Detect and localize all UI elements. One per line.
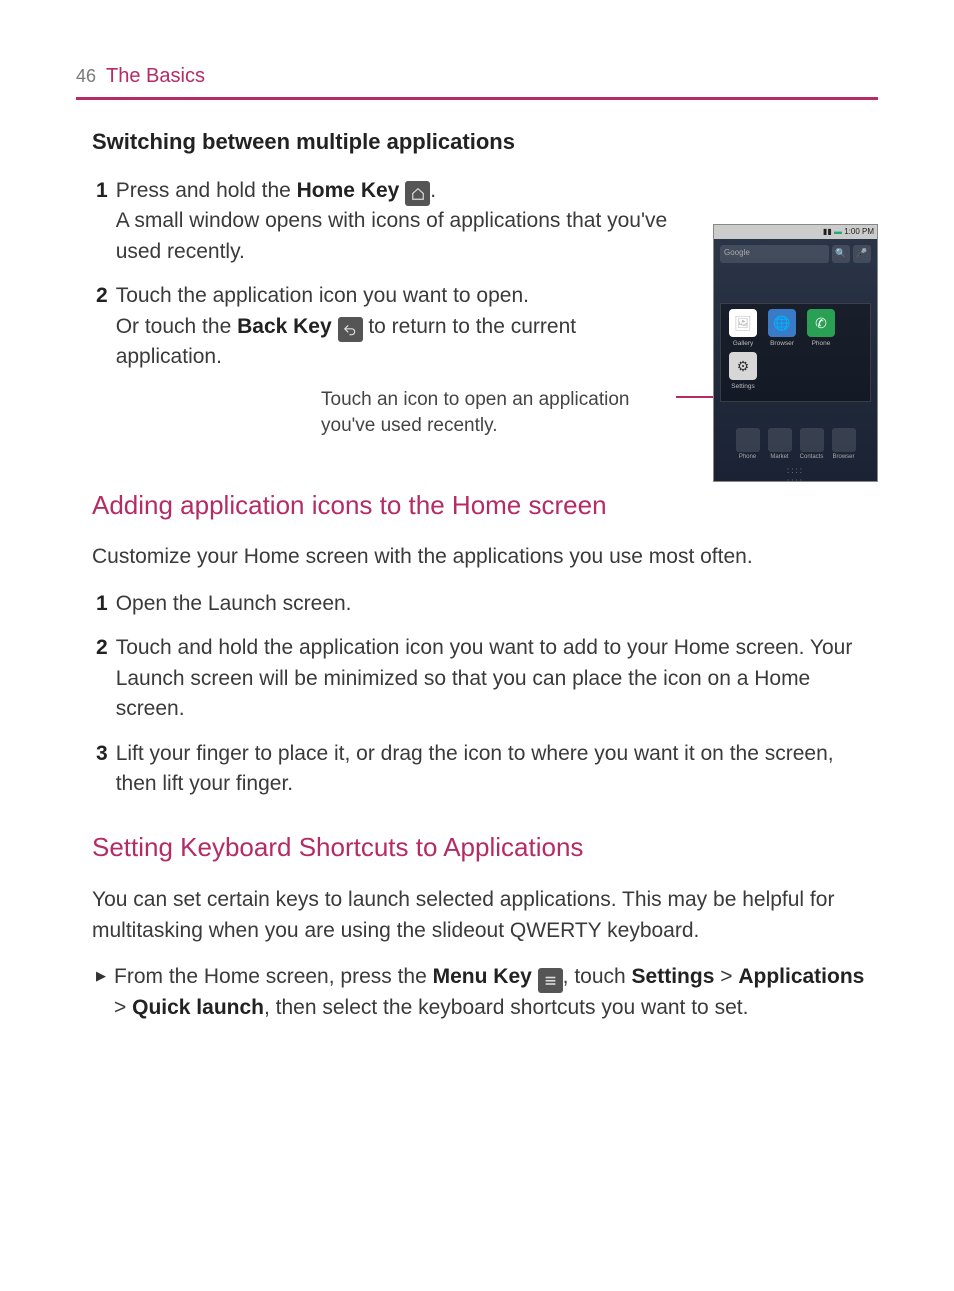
dock-app-contacts: Contacts [798, 428, 826, 462]
callout-text: Touch an icon to open an application you… [321, 387, 666, 440]
launcher-dots-icon: :::::::: [787, 465, 804, 482]
bullet-body: From the Home screen, press the Menu Key… [114, 962, 878, 1023]
adding-step-2: 2 Touch and hold the application icon yo… [96, 633, 878, 724]
adding-step-3: 3 Lift your finger to place it, or drag … [96, 739, 878, 800]
subheading-switching: Switching between multiple applications [92, 126, 878, 158]
step-body: Open the Launch screen. [116, 589, 878, 619]
text: , then select the keyboard shortcuts you… [264, 996, 748, 1019]
dock-label: Phone [739, 454, 756, 460]
step-number: 3 [96, 739, 108, 800]
step-number: 2 [96, 281, 108, 372]
app-label: Browser [770, 340, 794, 347]
dock-label: Browser [832, 454, 854, 460]
phone-status-bar: ▮▮ ▬ 1:00 PM [714, 225, 877, 239]
shortcuts-intro: You can set certain keys to launch selec… [92, 885, 878, 946]
app-label: Settings [731, 383, 755, 390]
menu-key-icon [538, 968, 563, 993]
menu-key-label: Menu Key [433, 965, 532, 988]
step-body: Lift your finger to place it, or drag th… [116, 739, 878, 800]
phone-search-bar: Google 🔍 🎤 [720, 245, 871, 263]
recent-apps-panel: 🖼 Gallery 🌐 Browser ✆ Phone ⚙ Settings [720, 303, 871, 402]
home-key-icon [405, 181, 430, 206]
app-label: Phone [812, 340, 831, 347]
text: . [430, 179, 436, 202]
step-body: Touch and hold the application icon you … [116, 633, 878, 724]
dock-label: Contacts [800, 454, 824, 460]
adding-step-1: 1 Open the Launch screen. [96, 589, 878, 619]
step-number: 1 [96, 176, 108, 267]
back-key-label: Back Key [237, 315, 332, 338]
recent-app-browser: 🌐 Browser [765, 309, 799, 348]
text: Press and hold the [116, 179, 297, 202]
home-key-label: Home Key [297, 179, 400, 202]
applications-label: Applications [738, 965, 864, 988]
search-icon: 🔍 [832, 245, 850, 263]
triangle-bullet-icon: ▶ [96, 962, 106, 1023]
app-label: Gallery [733, 340, 754, 347]
dock-app-market: Market [766, 428, 794, 462]
phone-screenshot: ▮▮ ▬ 1:00 PM Google 🔍 🎤 🖼 Gallery 🌐 Brow… [713, 224, 878, 482]
dock-app-browser: Browser [830, 428, 858, 462]
text: Touch the application icon you want to o… [116, 284, 529, 307]
dock-label: Market [770, 454, 788, 460]
signal-icon: ▮▮ [823, 227, 832, 236]
phone-time: 1:00 PM [844, 227, 874, 236]
heading-shortcuts: Setting Keyboard Shortcuts to Applicatio… [92, 829, 878, 867]
page-header: 46 The Basics [76, 62, 878, 100]
step-number: 2 [96, 633, 108, 724]
recent-app-phone: ✆ Phone [804, 309, 838, 348]
back-key-icon [338, 317, 363, 342]
adding-intro: Customize your Home screen with the appl… [92, 542, 878, 572]
shortcut-bullet: ▶ From the Home screen, press the Menu K… [96, 962, 878, 1023]
section-title: The Basics [106, 62, 205, 91]
mic-icon: 🎤 [853, 245, 871, 263]
heading-adding: Adding application icons to the Home scr… [92, 487, 878, 525]
quick-launch-label: Quick launch [132, 996, 264, 1019]
text: A small window opens with icons of appli… [116, 209, 667, 262]
text: Or touch the [116, 315, 237, 338]
recent-app-gallery: 🖼 Gallery [726, 309, 760, 348]
step-body: Touch the application icon you want to o… [116, 281, 616, 372]
recent-app-settings: ⚙ Settings [726, 352, 760, 391]
page-number: 46 [76, 63, 96, 89]
step-number: 1 [96, 589, 108, 619]
dock-app-phone: Phone [734, 428, 762, 462]
settings-label: Settings [632, 965, 715, 988]
text: > [714, 965, 738, 988]
adding-steps: 1 Open the Launch screen. 2 Touch and ho… [96, 589, 878, 800]
step-body: Press and hold the Home Key . A small wi… [116, 176, 706, 267]
phone-dock: Phone Market Contacts Browser :::::::: [714, 425, 877, 481]
phone-search-box: Google [720, 245, 829, 263]
text: From the Home screen, press the [114, 965, 433, 988]
text: > [114, 996, 132, 1019]
battery-icon: ▬ [834, 227, 842, 236]
text: , touch [563, 965, 632, 988]
